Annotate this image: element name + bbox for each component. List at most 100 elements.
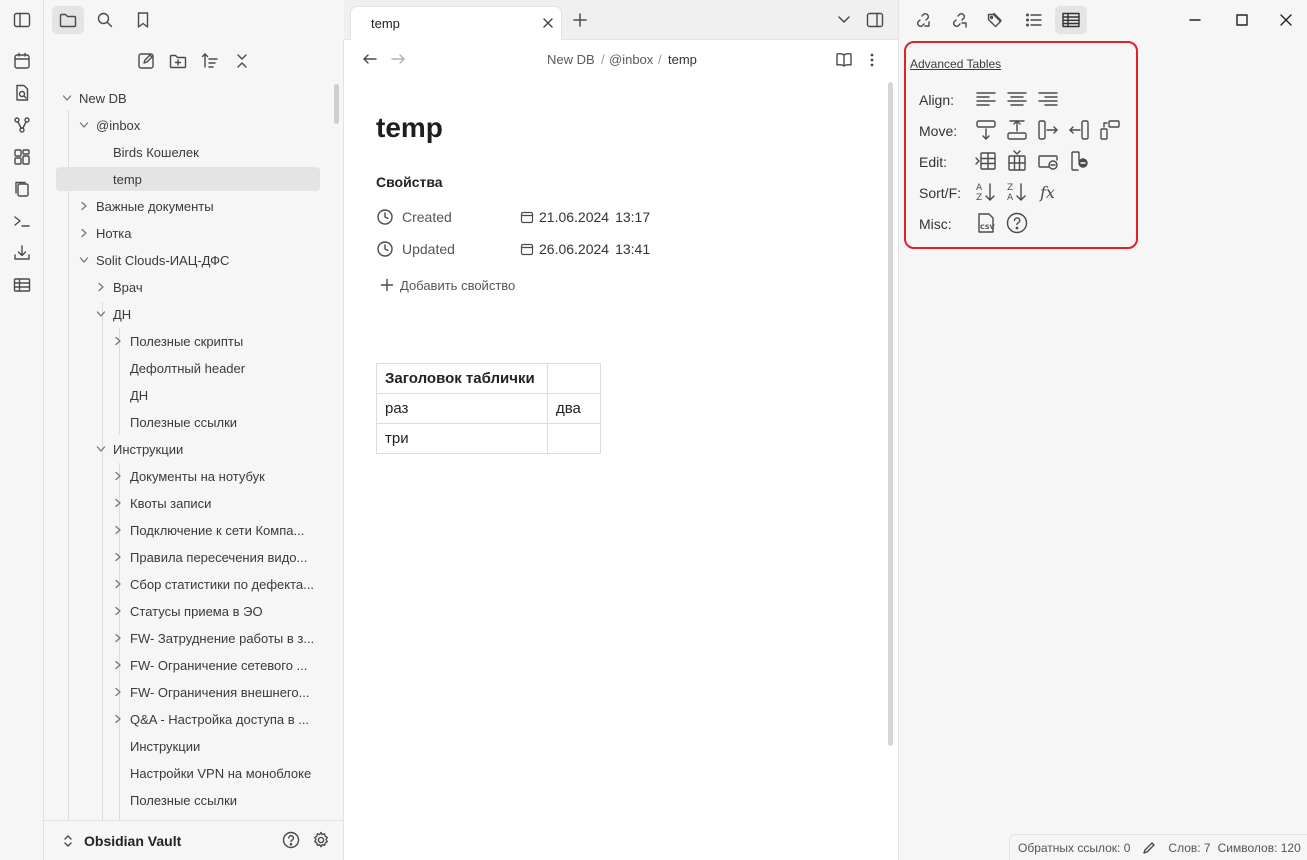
file-search-icon[interactable] xyxy=(12,83,32,103)
new-note-button[interactable] xyxy=(134,49,158,73)
chevron-right-icon[interactable] xyxy=(113,633,123,643)
outgoing-links-tab[interactable] xyxy=(943,6,975,34)
move-column-left-icon[interactable] xyxy=(1067,118,1091,142)
forward-arrow-icon[interactable] xyxy=(390,52,406,66)
tree-file[interactable]: Полезные ссылки xyxy=(113,788,237,812)
property-updated[interactable]: Updated 26.06.2024 13:41 xyxy=(376,237,650,261)
help-icon[interactable] xyxy=(1005,211,1029,235)
chevron-right-icon[interactable] xyxy=(113,579,123,589)
tree-folder[interactable]: FW- Ограничения внешнего... xyxy=(113,680,309,704)
tree-scrollbar[interactable] xyxy=(334,84,339,124)
tree-folder[interactable]: Инструкции xyxy=(96,437,183,461)
search-tab[interactable] xyxy=(89,6,121,34)
tree-folder[interactable]: Правила пересечения видо... xyxy=(113,545,307,569)
chevron-down-icon[interactable] xyxy=(96,444,106,454)
tree-file[interactable]: Дефолтный header xyxy=(113,356,245,380)
table-cell[interactable]: Заголовок таблички xyxy=(376,363,548,394)
tree-folder[interactable]: Документы на нотубук xyxy=(113,464,265,488)
tree-folder[interactable]: Q&A - Настройка доступа в ... xyxy=(113,707,309,731)
new-folder-button[interactable] xyxy=(166,49,190,73)
chevron-right-icon[interactable] xyxy=(113,606,123,616)
tab-list-chevron-down-icon[interactable] xyxy=(837,14,851,26)
property-date[interactable]: 21.06.2024 xyxy=(539,209,609,225)
vault-name[interactable]: Obsidian Vault xyxy=(84,833,181,849)
chevron-right-icon[interactable] xyxy=(113,336,123,346)
bookmarks-tab[interactable] xyxy=(127,6,159,34)
chevron-down-icon[interactable] xyxy=(79,120,89,130)
graph-icon[interactable] xyxy=(12,115,32,135)
minimize-icon[interactable] xyxy=(1188,13,1202,27)
backlinks-count[interactable]: Обратных ссылок: 0 xyxy=(1018,841,1130,855)
table-cell[interactable]: два xyxy=(547,393,601,424)
advanced-tables-title[interactable]: Advanced Tables xyxy=(910,57,1001,71)
tree-folder[interactable]: ДН xyxy=(96,302,131,326)
backlinks-tab[interactable] xyxy=(907,6,939,34)
reading-view-book-icon[interactable] xyxy=(834,50,854,70)
chevron-right-icon[interactable] xyxy=(113,687,123,697)
table-cell[interactable]: три xyxy=(376,423,548,454)
chevron-right-icon[interactable] xyxy=(113,660,123,670)
table-cell[interactable] xyxy=(547,363,601,394)
vault-switch-icon[interactable] xyxy=(62,833,74,849)
copy-icon[interactable] xyxy=(12,179,32,199)
add-property-button[interactable]: Добавить свойство xyxy=(380,273,515,297)
tree-file[interactable]: Инструкции xyxy=(113,734,200,758)
tree-file[interactable]: Полезные ссылки xyxy=(113,410,237,434)
chevron-down-icon[interactable] xyxy=(79,255,89,265)
breadcrumb-item[interactable]: New DB xyxy=(547,52,595,67)
property-date[interactable]: 26.06.2024 xyxy=(539,241,609,257)
terminal-icon[interactable] xyxy=(12,211,32,231)
chevron-right-icon[interactable] xyxy=(113,525,123,535)
insert-column-icon[interactable] xyxy=(1005,149,1029,173)
tree-folder[interactable]: Врач xyxy=(96,275,143,299)
align-right-icon[interactable] xyxy=(1036,87,1060,111)
property-time[interactable]: 13:17 xyxy=(615,209,650,225)
tree-folder[interactable]: Квоты записи xyxy=(113,491,211,515)
sort-button[interactable] xyxy=(198,49,222,73)
tree-folder[interactable]: FW- Затруднение работы в з... xyxy=(113,626,314,650)
chevron-right-icon[interactable] xyxy=(79,201,89,211)
chevron-right-icon[interactable] xyxy=(113,498,123,508)
formula-fx-icon[interactable]: fx xyxy=(1036,180,1060,204)
settings-gear-icon[interactable] xyxy=(311,830,331,850)
breadcrumb-current[interactable]: temp xyxy=(668,52,697,67)
pencil-icon[interactable] xyxy=(1142,841,1156,855)
import-icon[interactable] xyxy=(12,243,32,263)
outline-tab[interactable] xyxy=(1018,6,1050,34)
close-window-icon[interactable] xyxy=(1279,13,1293,27)
align-left-icon[interactable] xyxy=(974,87,998,111)
tree-folder[interactable]: Solit Clouds-ИАЦ-ДФС xyxy=(79,248,229,272)
tree-file[interactable]: temp xyxy=(56,167,320,191)
tree-folder[interactable]: FW- Ограничение сетевого ... xyxy=(113,653,307,677)
delete-column-icon[interactable] xyxy=(1067,149,1091,173)
right-sidebar-toggle-icon[interactable] xyxy=(865,10,885,30)
table-icon[interactable] xyxy=(12,275,32,295)
calendar-icon[interactable] xyxy=(12,51,32,71)
back-arrow-icon[interactable] xyxy=(362,52,378,66)
help-icon[interactable] xyxy=(281,830,301,850)
move-row-down-icon[interactable] xyxy=(974,118,998,142)
chevron-down-icon[interactable] xyxy=(62,93,72,103)
tags-tab[interactable] xyxy=(980,6,1012,34)
tree-file[interactable]: Birds Кошелек xyxy=(96,140,199,164)
chevron-right-icon[interactable] xyxy=(79,228,89,238)
chevron-right-icon[interactable] xyxy=(113,471,123,481)
move-row-up-icon[interactable] xyxy=(1005,118,1029,142)
tree-folder[interactable]: Статусы приема в ЭО xyxy=(113,599,263,623)
more-options-icon[interactable] xyxy=(866,50,878,70)
file-explorer-tab[interactable] xyxy=(52,6,84,34)
chevron-right-icon[interactable] xyxy=(96,282,106,292)
tree-folder[interactable]: @inbox xyxy=(79,113,140,137)
tree-file[interactable]: ДН xyxy=(113,383,148,407)
note-title[interactable]: temp xyxy=(376,112,443,144)
move-column-right-icon[interactable] xyxy=(1036,118,1060,142)
breadcrumb-item[interactable]: @inbox xyxy=(609,52,653,67)
tree-file[interactable]: Настройки VPN на моноблоке xyxy=(113,761,311,785)
chevron-right-icon[interactable] xyxy=(113,714,123,724)
sort-asc-icon[interactable]: AZ xyxy=(974,180,998,204)
chevron-right-icon[interactable] xyxy=(113,552,123,562)
tab-temp[interactable]: temp xyxy=(350,6,562,40)
advanced-tables-tab[interactable] xyxy=(1055,6,1087,34)
property-created[interactable]: Created 21.06.2024 13:17 xyxy=(376,205,650,229)
properties-heading[interactable]: Свойства xyxy=(376,174,443,190)
